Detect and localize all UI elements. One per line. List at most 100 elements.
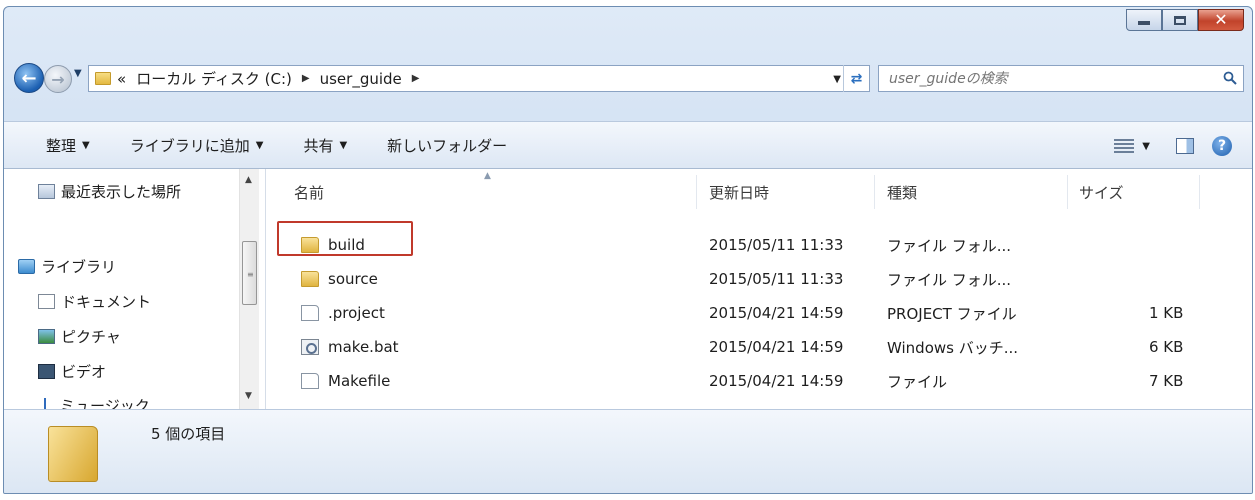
address-dropdown-icon[interactable]: ▼ <box>833 74 841 85</box>
chevron-down-icon: ▼ <box>255 139 264 151</box>
pictures-icon <box>38 329 55 344</box>
back-button[interactable]: ← <box>14 63 44 93</box>
recent-places-icon <box>38 184 55 199</box>
column-header-type[interactable]: 種類 <box>887 169 1057 215</box>
nav-label: ピクチャ <box>61 328 121 346</box>
organize-menu[interactable]: 整理 ▼ <box>46 135 90 156</box>
file-row-makefile[interactable]: Makefile 2015/04/21 14:59 ファイル 7 KB <box>269 364 1252 398</box>
address-overflow[interactable]: « <box>117 70 126 88</box>
close-icon: ✕ <box>1214 10 1228 29</box>
search-input[interactable] <box>889 70 1219 87</box>
close-button[interactable]: ✕ <box>1198 9 1244 31</box>
nav-item-pictures[interactable]: ピクチャ <box>38 326 121 347</box>
column-divider[interactable] <box>1067 175 1068 209</box>
forward-button[interactable]: → <box>44 65 72 93</box>
change-view-icon[interactable] <box>1114 139 1135 153</box>
file-list: 名前 ▲ 更新日時 種類 サイズ build 2015/05/11 11:33 … <box>269 169 1252 409</box>
details-pane: 5 個の項目 <box>4 409 1252 493</box>
nav-label: ミュージック <box>60 397 150 409</box>
breadcrumb-local-disk[interactable]: ローカル ディスク (C:) <box>136 68 292 89</box>
content-area: 最近表示した場所 ライブラリ ドキュメント ピクチャ ビデオ ミュージック ▲ … <box>4 169 1252 409</box>
column-header-modified[interactable]: 更新日時 <box>709 169 879 215</box>
nav-item-music[interactable]: ミュージック <box>44 395 150 409</box>
file-name: Makefile <box>328 372 391 390</box>
sort-ascending-icon: ▲ <box>484 171 491 181</box>
toolbar-right: ▼ ? <box>1114 122 1252 170</box>
highlight-box <box>277 221 413 256</box>
maximize-icon <box>1174 15 1186 25</box>
address-bar[interactable]: « ローカル ディスク (C:) ▶ user_guide ▶ ▼ ⇄ <box>88 65 870 92</box>
breadcrumb: ローカル ディスク (C:) ▶ user_guide ▶ <box>136 68 429 89</box>
share-menu[interactable]: 共有 ▼ <box>303 135 347 156</box>
nav-item-documents[interactable]: ドキュメント <box>38 291 151 312</box>
minimize-icon <box>1138 21 1150 25</box>
search-icon[interactable] <box>1223 71 1237 85</box>
chevron-down-icon: ▼ <box>82 139 90 151</box>
file-name: make.bat <box>328 338 399 356</box>
navigation-pane: 最近表示した場所 ライブラリ ドキュメント ピクチャ ビデオ ミュージック ▲ … <box>4 169 266 409</box>
file-modified: 2015/05/11 11:33 <box>709 270 844 288</box>
scroll-down-icon[interactable]: ▼ <box>245 391 252 401</box>
scroll-thumb[interactable]: ≡ <box>242 241 257 305</box>
file-type: ファイル <box>887 372 948 391</box>
views-dropdown-icon[interactable]: ▼ <box>1142 141 1150 152</box>
videos-icon <box>38 364 55 379</box>
command-bar: 整理 ▼ ライブラリに追加 ▼ 共有 ▼ 新しいフォルダー ▼ ? <box>4 121 1252 169</box>
file-modified: 2015/05/11 11:33 <box>709 236 844 254</box>
breadcrumb-user-guide[interactable]: user_guide <box>320 70 402 88</box>
column-size-label: サイズ <box>1079 183 1124 202</box>
breadcrumb-chevron-icon[interactable]: ▶ <box>302 73 310 84</box>
column-divider[interactable] <box>874 175 875 209</box>
organize-label: 整理 <box>46 136 77 155</box>
add-to-library-menu[interactable]: ライブラリに追加 ▼ <box>130 135 264 156</box>
nav-label: ドキュメント <box>61 293 152 311</box>
maximize-button[interactable] <box>1162 9 1198 31</box>
nav-item-libraries[interactable]: ライブラリ <box>18 256 116 277</box>
library-icon <box>18 259 35 274</box>
minimize-button[interactable] <box>1126 9 1162 31</box>
batch-file-icon <box>301 339 319 355</box>
refresh-button[interactable]: ⇄ <box>843 65 869 92</box>
file-name: source <box>328 270 378 288</box>
column-header-name[interactable]: 名前 <box>294 169 694 215</box>
column-name-label: 名前 <box>294 183 325 202</box>
file-type: ファイル フォル... <box>887 270 1012 289</box>
folder-icon <box>48 426 98 482</box>
file-row-source[interactable]: source 2015/05/11 11:33 ファイル フォル... <box>269 262 1252 296</box>
caption-buttons: ✕ <box>1126 9 1244 31</box>
nav-label: ビデオ <box>61 363 107 381</box>
file-icon <box>301 373 319 389</box>
forward-arrow-icon: → <box>51 69 65 89</box>
file-row-project[interactable]: .project 2015/04/21 14:59 PROJECT ファイル 1… <box>269 296 1252 330</box>
item-count: 5 個の項目 <box>151 425 226 443</box>
column-header-size[interactable]: サイズ <box>1079 169 1199 215</box>
nav-item-videos[interactable]: ビデオ <box>38 361 106 382</box>
column-type-label: 種類 <box>887 183 918 202</box>
preview-pane-icon[interactable] <box>1176 138 1194 154</box>
file-row-make-bat[interactable]: make.bat 2015/04/21 14:59 Windows バッチ...… <box>269 330 1252 364</box>
music-icon <box>44 398 54 409</box>
chevron-down-icon: ▼ <box>339 139 348 151</box>
nav-label: 最近表示した場所 <box>61 183 182 201</box>
file-size: 1 KB <box>1149 304 1184 322</box>
column-divider[interactable] <box>696 175 697 209</box>
column-divider[interactable] <box>1199 175 1200 209</box>
nav-item-recent-places[interactable]: 最近表示した場所 <box>38 181 181 202</box>
breadcrumb-chevron-icon[interactable]: ▶ <box>412 73 420 84</box>
file-modified: 2015/04/21 14:59 <box>709 304 844 322</box>
nav-label: ライブラリ <box>41 258 117 276</box>
file-row-build[interactable]: build 2015/05/11 11:33 ファイル フォル... <box>269 228 1252 262</box>
help-icon[interactable]: ? <box>1212 136 1232 156</box>
file-name-cell: Makefile <box>301 364 390 398</box>
file-icon <box>301 305 319 321</box>
new-folder-button[interactable]: 新しいフォルダー <box>387 135 507 156</box>
file-type: PROJECT ファイル <box>887 304 1017 323</box>
file-size: 7 KB <box>1149 372 1184 390</box>
search-box[interactable] <box>878 65 1244 92</box>
file-type: Windows バッチ... <box>887 338 1019 357</box>
file-name-cell: make.bat <box>301 330 399 364</box>
recent-pages-dropdown[interactable]: ▼ <box>74 68 82 79</box>
scroll-up-icon[interactable]: ▲ <box>245 175 252 185</box>
back-arrow-icon: ← <box>21 67 37 89</box>
nav-scrollbar[interactable]: ▲ ≡ ▼ <box>239 169 259 409</box>
